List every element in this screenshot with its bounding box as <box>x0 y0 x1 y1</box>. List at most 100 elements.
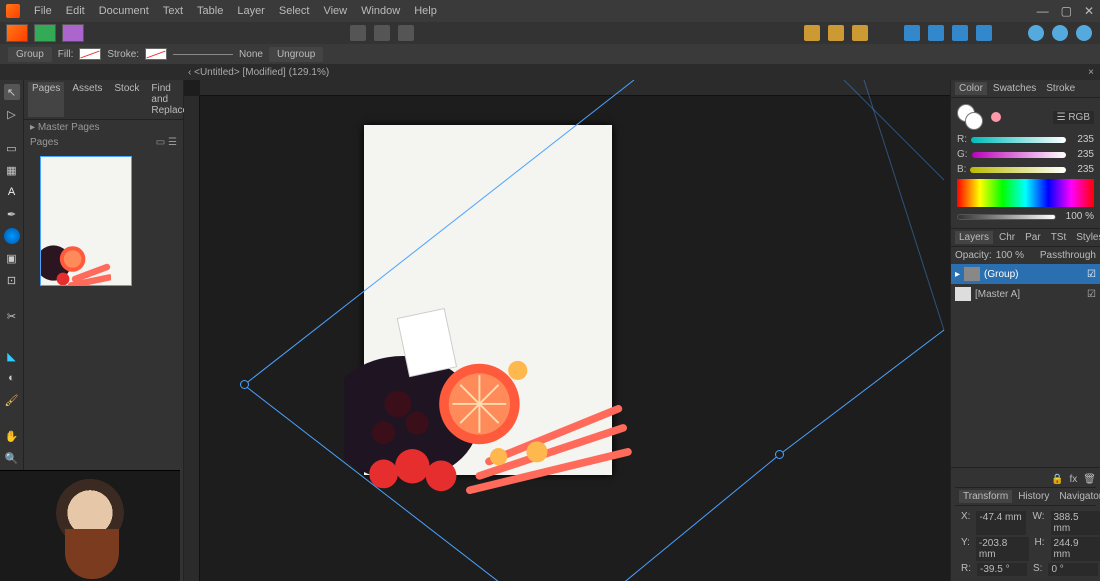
fill-tool[interactable]: ◣ <box>4 348 20 364</box>
menu-text[interactable]: Text <box>163 5 183 17</box>
blend-mode-select[interactable]: Passthrough <box>1040 250 1096 261</box>
tab-swatches[interactable]: Swatches <box>989 82 1040 95</box>
menu-document[interactable]: Document <box>99 5 149 17</box>
node-tool[interactable]: ▷ <box>4 106 20 122</box>
tab-layers[interactable]: Layers <box>955 231 993 244</box>
tab-close-icon[interactable]: × <box>1088 67 1094 78</box>
group-button[interactable]: Group <box>8 47 52 62</box>
brush-tool[interactable]: 🖌 <box>4 392 20 408</box>
hand-tool[interactable]: ✋ <box>4 428 20 444</box>
menu-edit[interactable]: Edit <box>66 5 85 17</box>
stroke-color-well[interactable] <box>965 112 983 130</box>
place-image-tool[interactable]: ⊡ <box>4 272 20 288</box>
minimize-icon[interactable]: — <box>1037 4 1049 18</box>
menu-help[interactable]: Help <box>414 5 437 17</box>
layer-opacity[interactable]: 100 % <box>996 250 1024 261</box>
menu-select[interactable]: Select <box>279 5 310 17</box>
menu-layer[interactable]: Layer <box>237 5 265 17</box>
color-mode-select[interactable]: ☰ RGB <box>1053 111 1094 124</box>
fill-swatch[interactable] <box>79 48 101 60</box>
selection-handle[interactable] <box>775 450 784 459</box>
bool-icon[interactable] <box>1076 25 1092 41</box>
maximize-icon[interactable]: ▢ <box>1061 4 1072 18</box>
b-value[interactable]: 235 <box>1070 164 1094 175</box>
opacity-value[interactable]: 100 % <box>1060 211 1094 222</box>
move-tool[interactable]: ↖ <box>4 84 20 100</box>
tab-navigator[interactable]: Navigator <box>1055 490 1100 503</box>
pages-options-icon[interactable]: ▭ ☰ <box>156 137 177 148</box>
menu-view[interactable]: View <box>323 5 347 17</box>
bool-icon[interactable] <box>1028 25 1044 41</box>
opacity-slider[interactable] <box>957 214 1056 220</box>
w-input[interactable]: 388.5 mm <box>1051 511 1100 535</box>
expand-icon[interactable]: ▸ <box>955 269 960 280</box>
g-value[interactable]: 235 <box>1070 149 1094 160</box>
y-input[interactable]: -203.8 mm <box>976 537 1029 561</box>
g-slider[interactable] <box>972 152 1066 158</box>
recent-color[interactable] <box>991 112 1001 122</box>
tab-tst[interactable]: TSt <box>1047 231 1071 244</box>
artistic-text-tool[interactable]: A <box>4 184 20 200</box>
persona-photo[interactable] <box>62 24 84 42</box>
toolbar-icon[interactable] <box>350 25 366 41</box>
fx-icon[interactable]: fx <box>1070 474 1078 485</box>
crop-tool[interactable]: ✂ <box>4 308 20 324</box>
tab-styles[interactable]: Styles <box>1072 231 1100 244</box>
stroke-swatch[interactable] <box>145 48 167 60</box>
ungroup-button[interactable]: Ungroup <box>269 47 323 62</box>
b-slider[interactable] <box>970 167 1066 173</box>
tab-pages[interactable]: Pages <box>28 82 64 117</box>
transparency-tool[interactable]: ◐ <box>4 370 20 386</box>
visibility-checkbox[interactable]: ☑ <box>1087 289 1096 300</box>
align-icon[interactable] <box>852 25 868 41</box>
persona-designer[interactable] <box>34 24 56 42</box>
document-tab[interactable]: ‹ <Untitled> [Modified] (129.1%) <box>188 67 329 78</box>
delete-icon[interactable]: 🗑 <box>1083 474 1096 485</box>
tab-stock[interactable]: Stock <box>110 82 143 117</box>
anchor-grid[interactable] <box>955 510 957 538</box>
layer-item[interactable]: [Master A] ☑ <box>951 284 1100 304</box>
align-icon[interactable] <box>804 25 820 41</box>
arrange-icon[interactable] <box>904 25 920 41</box>
s-input[interactable]: 0 ° <box>1048 563 1098 576</box>
table-tool[interactable]: ▦ <box>4 162 20 178</box>
arrange-icon[interactable] <box>952 25 968 41</box>
master-pages-header[interactable]: ▸ Master Pages <box>24 120 183 135</box>
r-input[interactable]: -39.5 ° <box>977 563 1027 576</box>
arrange-icon[interactable] <box>928 25 944 41</box>
text-frame-tool[interactable]: ▭ <box>4 140 20 156</box>
zoom-tool[interactable]: 🔍 <box>4 450 20 466</box>
hue-strip[interactable] <box>957 179 1094 207</box>
visibility-checkbox[interactable]: ☑ <box>1087 269 1096 280</box>
tab-par[interactable]: Par <box>1021 231 1045 244</box>
align-icon[interactable] <box>828 25 844 41</box>
shape-tool[interactable] <box>4 228 20 244</box>
tab-transform[interactable]: Transform <box>959 490 1012 503</box>
tab-chr[interactable]: Chr <box>995 231 1019 244</box>
r-slider[interactable] <box>971 137 1066 143</box>
toolbar-icon[interactable] <box>374 25 390 41</box>
bool-icon[interactable] <box>1052 25 1068 41</box>
menu-table[interactable]: Table <box>197 5 223 17</box>
page-thumbnail[interactable]: Page 1 <box>40 156 132 286</box>
canvas-area[interactable] <box>184 80 950 581</box>
toolbar-icon[interactable] <box>398 25 414 41</box>
h-input[interactable]: 244.9 mm <box>1051 537 1100 561</box>
layer-item[interactable]: ▸ (Group) ☑ <box>951 264 1100 284</box>
tab-stroke[interactable]: Stroke <box>1042 82 1079 95</box>
lock-icon[interactable]: 🔒 <box>1051 474 1063 485</box>
selection-handle[interactable] <box>240 380 249 389</box>
stroke-width-slider[interactable] <box>173 54 233 55</box>
picture-frame-tool[interactable]: ▣ <box>4 250 20 266</box>
tab-assets[interactable]: Assets <box>68 82 106 117</box>
tab-color[interactable]: Color <box>955 82 987 95</box>
menu-file[interactable]: File <box>34 5 52 17</box>
r-value[interactable]: 235 <box>1070 134 1094 145</box>
close-icon[interactable]: ✕ <box>1084 4 1094 18</box>
pen-tool[interactable]: ✒ <box>4 206 20 222</box>
menu-window[interactable]: Window <box>361 5 400 17</box>
arrange-icon[interactable] <box>976 25 992 41</box>
x-input[interactable]: -47.4 mm <box>976 511 1026 535</box>
tab-history[interactable]: History <box>1014 490 1053 503</box>
persona-publisher[interactable] <box>6 24 28 42</box>
